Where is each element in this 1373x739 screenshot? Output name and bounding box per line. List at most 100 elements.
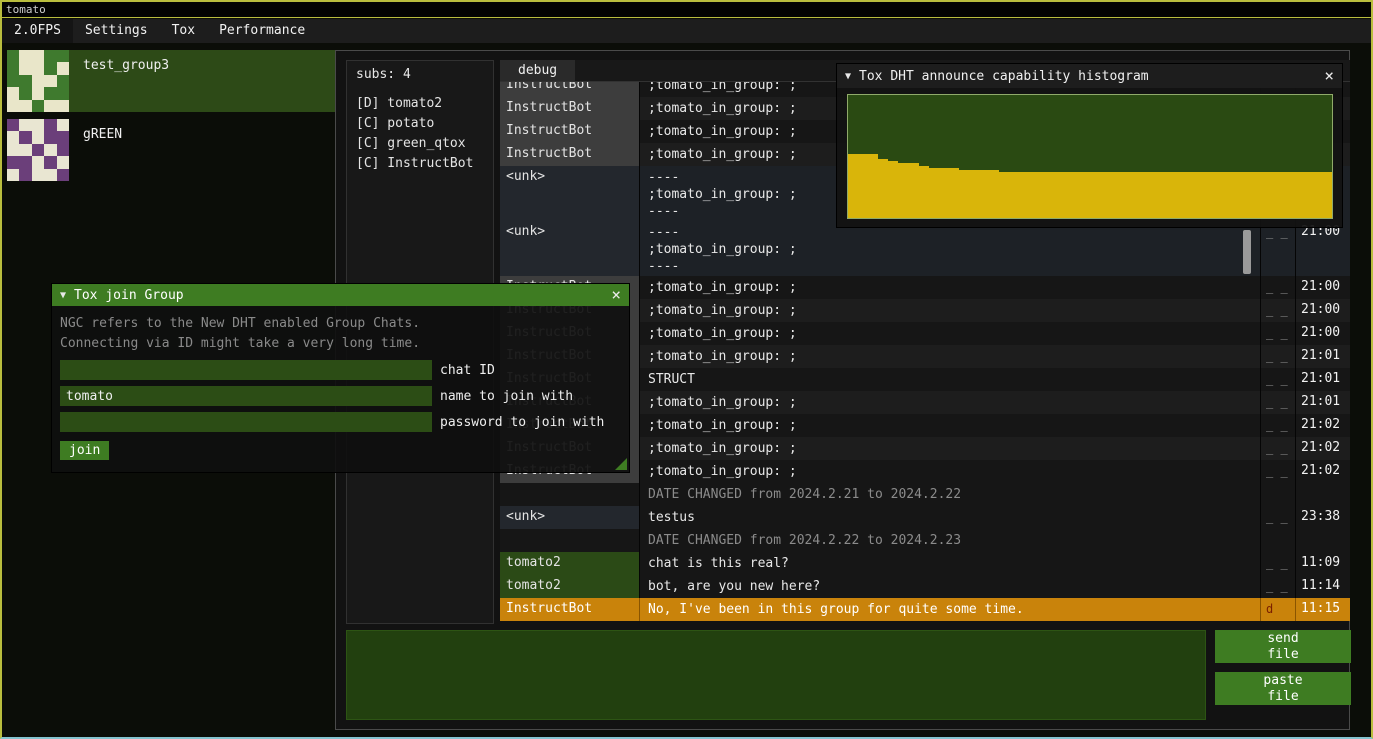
histogram-bar <box>1080 172 1090 218</box>
sub-item[interactable]: [C] potato <box>356 114 484 134</box>
group-item[interactable]: test_group3 <box>7 50 335 112</box>
menu-item-settings[interactable]: Settings <box>73 19 160 43</box>
histogram-bar <box>1291 172 1301 218</box>
join-dialog-titlebar: ▼ Tox join Group × <box>52 284 629 306</box>
chat-id-label: chat ID <box>440 363 495 378</box>
chat-message-row[interactable]: <unk> ---- ;tomato_in_group: ; ---- _ _ … <box>500 221 1350 276</box>
chat-message-flags: _ _ <box>1260 391 1295 414</box>
histogram-bar <box>969 170 979 218</box>
histogram-bar <box>868 154 878 218</box>
histogram-bar <box>898 163 908 218</box>
message-input[interactable] <box>346 630 1206 720</box>
group-name: test_group3 <box>69 50 169 112</box>
chat-message-row[interactable]: tomato2 bot, are you new here? _ _ 11:14 <box>500 575 1350 598</box>
chat-message-row[interactable]: DATE CHANGED from 2024.2.21 to 2024.2.22 <box>500 483 1350 506</box>
menu-item-tox[interactable]: Tox <box>160 19 207 43</box>
chat-message-flags: _ _ <box>1260 437 1295 460</box>
sub-item[interactable]: [D] tomato2 <box>356 94 484 114</box>
close-icon[interactable]: × <box>611 288 621 302</box>
chat-message-text: No, I've been in this group for quite so… <box>640 598 1260 621</box>
subs-header: subs: 4 <box>356 67 484 82</box>
chat-message-row[interactable]: DATE CHANGED from 2024.2.22 to 2024.2.23 <box>500 529 1350 552</box>
collapse-arrow-icon[interactable]: ▼ <box>60 290 66 301</box>
sub-item[interactable]: [C] InstructBot <box>356 154 484 174</box>
group-list: test_group3 gREEN <box>7 50 335 188</box>
chat-message-time: 21:02 <box>1295 414 1350 437</box>
group-item[interactable]: gREEN <box>7 119 335 181</box>
histogram-bar <box>1150 172 1160 218</box>
chat-author: InstructBot <box>500 143 640 166</box>
join-button[interactable]: join <box>60 441 109 460</box>
chat-message-text: chat is this real? <box>640 552 1260 575</box>
chat-message-time <box>1295 483 1350 506</box>
histogram-plot <box>847 94 1333 219</box>
chat-message-flags: _ _ <box>1260 460 1295 483</box>
chat-message-text: ;tomato_in_group: ; <box>640 322 1260 345</box>
histogram-bar <box>1060 172 1070 218</box>
paste-file-button[interactable]: paste file <box>1215 672 1351 705</box>
chat-message-time: 21:01 <box>1295 391 1350 414</box>
histogram-bar <box>1312 172 1322 218</box>
histogram-bar <box>1211 172 1221 218</box>
chat-message-text: ;tomato_in_group: ; <box>640 299 1260 322</box>
histogram-bar <box>1231 172 1241 218</box>
histogram-titlebar: ▼ Tox DHT announce capability histogram … <box>837 64 1342 88</box>
join-dialog-body: NGC refers to the New DHT enabled Group … <box>52 306 629 460</box>
histogram-bar <box>949 168 959 218</box>
histogram-bar <box>1241 172 1251 218</box>
histogram-bar <box>959 170 969 218</box>
chat-message-row[interactable]: <unk> testus _ _ 23:38 <box>500 506 1350 529</box>
chat-message-time: 11:09 <box>1295 552 1350 575</box>
chat-message-time: 23:38 <box>1295 506 1350 529</box>
histogram-bar <box>1160 172 1170 218</box>
histogram-bar <box>1090 172 1100 218</box>
sub-item[interactable]: [C] green_qtox <box>356 134 484 154</box>
chat-id-input[interactable] <box>60 360 432 380</box>
histogram-bar <box>878 159 888 218</box>
chat-message-row[interactable]: InstructBot No, I've been in this group … <box>500 598 1350 621</box>
close-icon[interactable]: × <box>1324 69 1334 83</box>
chat-message-row[interactable]: tomato2 chat is this real? _ _ 11:09 <box>500 552 1350 575</box>
histogram-bar <box>1100 172 1110 218</box>
histogram-bar <box>1322 172 1332 218</box>
histogram-title: Tox DHT announce capability histogram <box>859 69 1149 84</box>
chat-message-text: ;tomato_in_group: ; <box>640 437 1260 460</box>
histogram-bar <box>858 154 868 218</box>
histogram-bar <box>999 172 1009 218</box>
chat-scrollbar[interactable] <box>1243 230 1251 274</box>
chat-message-text: DATE CHANGED from 2024.2.22 to 2024.2.23 <box>640 529 1260 552</box>
join-dialog-title: Tox join Group <box>74 288 184 303</box>
chat-message-time: 21:02 <box>1295 460 1350 483</box>
chat-author: tomato2 <box>500 552 640 575</box>
chat-message-text: ;tomato_in_group: ; <box>640 391 1260 414</box>
join-info-line2: Connecting via ID might take a very long… <box>60 334 621 354</box>
join-password-input[interactable] <box>60 412 432 432</box>
tab-debug[interactable]: debug <box>500 60 575 81</box>
chat-message-flags: _ _ <box>1260 345 1295 368</box>
chat-message-flags: _ _ <box>1260 221 1295 276</box>
join-info-line1: NGC refers to the New DHT enabled Group … <box>60 314 621 334</box>
send-file-button[interactable]: send file <box>1215 630 1351 663</box>
histogram-bar <box>1201 172 1211 218</box>
chat-message-text: bot, are you new here? <box>640 575 1260 598</box>
chat-message-time: 21:00 <box>1295 221 1350 276</box>
menu-item-performance[interactable]: Performance <box>207 19 317 43</box>
join-name-input[interactable] <box>60 386 432 406</box>
collapse-arrow-icon[interactable]: ▼ <box>845 71 851 82</box>
histogram-bar <box>1251 172 1261 218</box>
histogram-bar <box>1110 172 1120 218</box>
histogram-bar <box>1171 172 1181 218</box>
menu-item-2-0fps: 2.0FPS <box>2 19 73 43</box>
chat-message-text: testus <box>640 506 1260 529</box>
histogram-bar <box>1181 172 1191 218</box>
chat-author: <unk> <box>500 166 640 221</box>
resize-grip[interactable] <box>615 458 627 470</box>
chat-message-flags <box>1260 529 1295 552</box>
histogram-bar <box>908 163 918 218</box>
chat-message-flags: _ _ <box>1260 506 1295 529</box>
chat-message-flags: _ _ <box>1260 368 1295 391</box>
chat-message-time: 21:01 <box>1295 368 1350 391</box>
histogram-bar <box>979 170 989 218</box>
chat-message-time: 11:14 <box>1295 575 1350 598</box>
chat-message-flags: d <box>1260 598 1295 621</box>
